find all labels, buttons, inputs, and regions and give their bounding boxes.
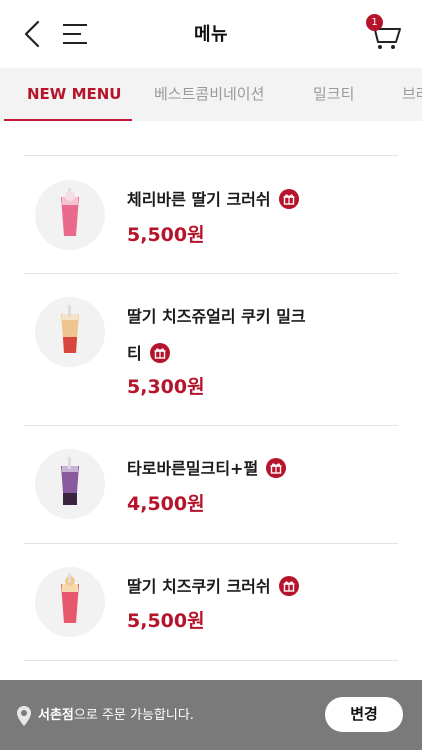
active-tab-indicator — [4, 119, 132, 121]
tab-milk-tea[interactable]: 밀크티 — [313, 68, 354, 121]
location-pin-icon — [17, 706, 31, 726]
menu-item-name: 딸기 치즈쿠키 크러쉬 — [127, 573, 299, 598]
change-store-button[interactable]: 변경 — [325, 697, 403, 732]
page-title: 메뉴 — [193, 24, 229, 45]
menu-item-name: 타로바른밀크티+펄 — [127, 455, 287, 480]
store-bar: 서촌점으로 주문 가능합니다. 변경 — [0, 680, 422, 750]
gift-icon[interactable] — [278, 575, 299, 596]
gift-icon[interactable] — [266, 457, 287, 478]
menu-item-price: 5,300원 — [127, 376, 205, 398]
menu-item-image — [35, 180, 105, 250]
menu-item-name-continued: 티 — [127, 340, 170, 365]
menu-item-name: 딸기 치즈쥬얼리 쿠키 밀크 — [127, 307, 306, 326]
list-divider — [24, 660, 398, 661]
app-header: 메뉴 1 — [0, 0, 422, 68]
cart-count-badge: 1 — [366, 14, 383, 31]
gift-icon[interactable] — [278, 188, 299, 209]
category-tabs: NEW MENU 베스트콤비네이션 밀크티 브라 — [0, 68, 422, 121]
store-status-text: 서촌점으로 주문 가능합니다. — [38, 708, 194, 723]
store-name: 서촌점 — [38, 708, 74, 723]
menu-item-image — [35, 567, 105, 637]
list-divider — [24, 543, 398, 544]
menu-item-image — [35, 297, 105, 367]
menu-item-price: 4,500원 — [127, 493, 205, 515]
menu-item-name: 체리바른 딸기 크러쉬 — [127, 186, 299, 211]
tab-new-menu[interactable]: NEW MENU — [27, 68, 121, 121]
tab-partial[interactable]: 브라 — [402, 68, 422, 121]
menu-item-price: 5,500원 — [127, 224, 205, 246]
list-divider — [24, 273, 398, 274]
list-divider — [24, 425, 398, 426]
menu-item-image — [35, 449, 105, 519]
gift-icon[interactable] — [149, 342, 170, 363]
menu-item-price: 5,500원 — [127, 610, 205, 632]
list-divider — [24, 155, 398, 156]
tab-best-combination[interactable]: 베스트콤비네이션 — [154, 68, 264, 121]
